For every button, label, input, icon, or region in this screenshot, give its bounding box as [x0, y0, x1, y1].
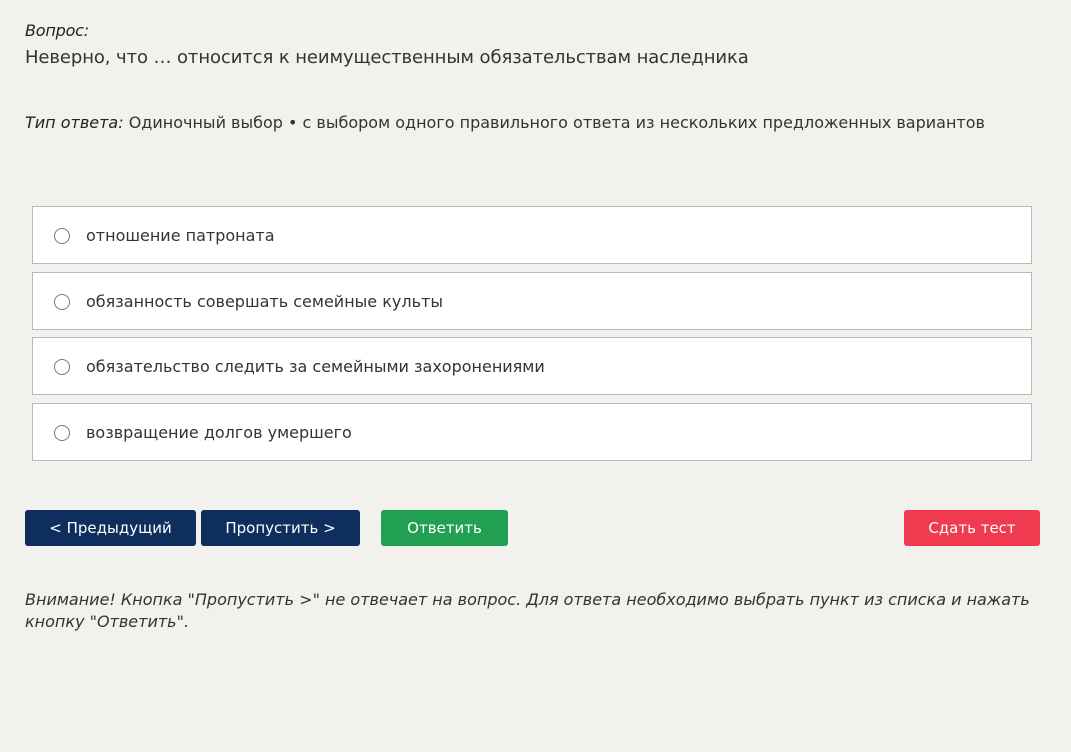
skip-notice: Внимание! Кнопка "Пропустить >" не отвеч… — [25, 590, 1030, 631]
previous-button[interactable]: < Предыдущий — [25, 510, 196, 546]
skip-button[interactable]: Пропустить > — [201, 510, 360, 546]
option-label: отношение патроната — [86, 226, 275, 245]
option-2[interactable]: обязанность совершать семейные культы — [32, 271, 1032, 330]
radio-button-icon[interactable] — [54, 293, 70, 310]
options-list: отношение патроната обязанность совершат… — [32, 206, 1032, 468]
question-text: Неверно, что … относится к неимущественн… — [25, 47, 749, 68]
option-label: обязанность совершать семейные культы — [86, 291, 443, 311]
option-4[interactable]: возвращение долгов умершего — [32, 402, 1032, 461]
option-label: обязательство следить за семейными захор… — [86, 357, 545, 376]
option-1[interactable]: отношение патроната — [32, 206, 1032, 264]
answer-type: Тип ответа: Одиночный выбор • с выбором … — [25, 113, 985, 132]
answer-type-label: Тип ответа: — [25, 113, 124, 132]
submit-test-button[interactable]: Сдать тест — [904, 510, 1040, 546]
radio-button-icon[interactable] — [54, 228, 70, 244]
answer-button[interactable]: Ответить — [381, 510, 508, 546]
radio-button-icon[interactable] — [54, 424, 70, 441]
radio-button-icon[interactable] — [54, 359, 70, 375]
option-label: возвращение долгов умершего — [86, 422, 352, 442]
question-label: Вопрос: — [25, 21, 89, 40]
option-3[interactable]: обязательство следить за семейными захор… — [32, 337, 1032, 395]
answer-type-value: Одиночный выбор • с выбором одного прави… — [123, 113, 985, 132]
